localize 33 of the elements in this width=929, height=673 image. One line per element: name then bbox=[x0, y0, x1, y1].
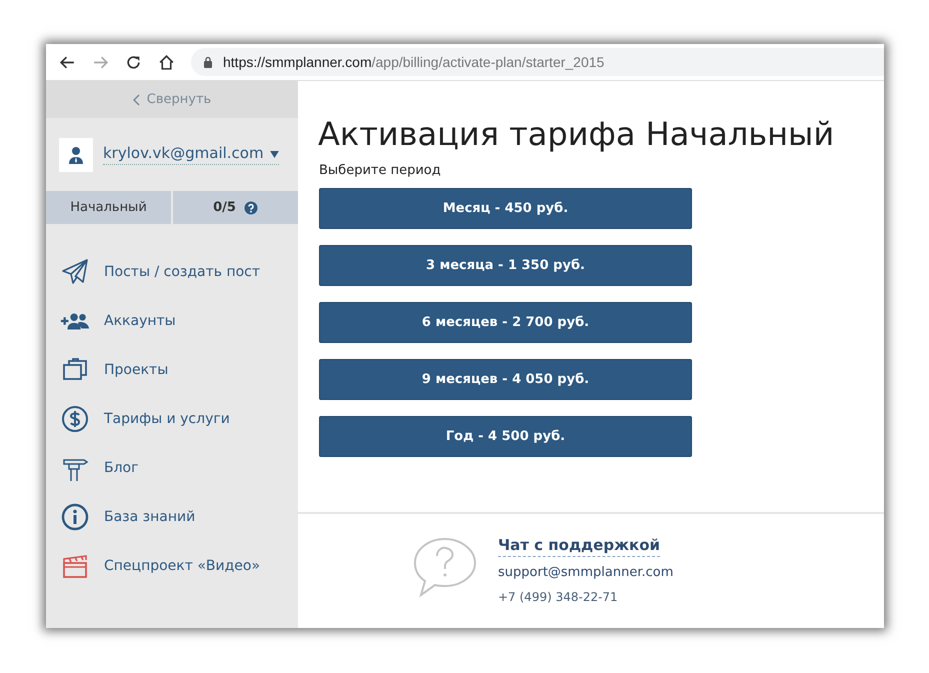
support-phone: +7 (499) 348-22-71 bbox=[498, 590, 618, 604]
usage-count: 0/5 bbox=[213, 200, 236, 215]
back-icon[interactable] bbox=[59, 54, 76, 70]
sidebar-item[interactable]: Спецпроект «Видео» bbox=[46, 541, 298, 590]
caret-down-icon bbox=[270, 151, 280, 158]
speech-bubble-question-icon bbox=[412, 536, 478, 598]
lock-icon bbox=[203, 56, 213, 68]
sidebar-item[interactable]: Блог bbox=[46, 443, 298, 492]
sidebar-item[interactable]: База знаний bbox=[46, 492, 298, 541]
address-bar[interactable]: https://smmplanner.com/app/billing/activate-plan/starter_2015 bbox=[191, 48, 884, 76]
period-button[interactable]: 9 месяцев - 4 050 руб. bbox=[319, 359, 692, 400]
user-menu[interactable]: krylov.vk@gmail.com bbox=[103, 144, 280, 165]
home-icon[interactable] bbox=[158, 54, 175, 70]
period-button[interactable]: Месяц - 450 руб. bbox=[319, 188, 692, 229]
subtitle: Выберите период bbox=[319, 163, 442, 178]
reload-icon[interactable] bbox=[125, 54, 142, 70]
plan-name: Начальный bbox=[46, 191, 173, 224]
support-chat-link[interactable]: Чат с поддержкой bbox=[498, 536, 660, 557]
help-icon[interactable] bbox=[244, 200, 258, 214]
chevron-left-icon bbox=[132, 94, 141, 106]
sidebar-item[interactable]: Тарифы и услуги bbox=[46, 394, 298, 443]
avatar bbox=[59, 138, 93, 172]
info-icon bbox=[60, 502, 90, 530]
sidebar-item[interactable]: Аккаунты bbox=[46, 296, 298, 345]
page-title: Активация тарифа Начальный bbox=[318, 115, 836, 153]
paper-plane-icon bbox=[60, 258, 90, 286]
period-button[interactable]: 3 месяца - 1 350 руб. bbox=[319, 245, 692, 286]
dollar-icon bbox=[60, 404, 90, 432]
sidebar-item[interactable]: Посты / создать пост bbox=[46, 247, 298, 296]
period-button[interactable]: Год - 4 500 руб. bbox=[319, 416, 692, 457]
support-email: support@smmplanner.com bbox=[498, 565, 674, 580]
sidebar-item[interactable]: Проекты bbox=[46, 345, 298, 394]
period-button[interactable]: 6 месяцев - 2 700 руб. bbox=[319, 302, 692, 343]
